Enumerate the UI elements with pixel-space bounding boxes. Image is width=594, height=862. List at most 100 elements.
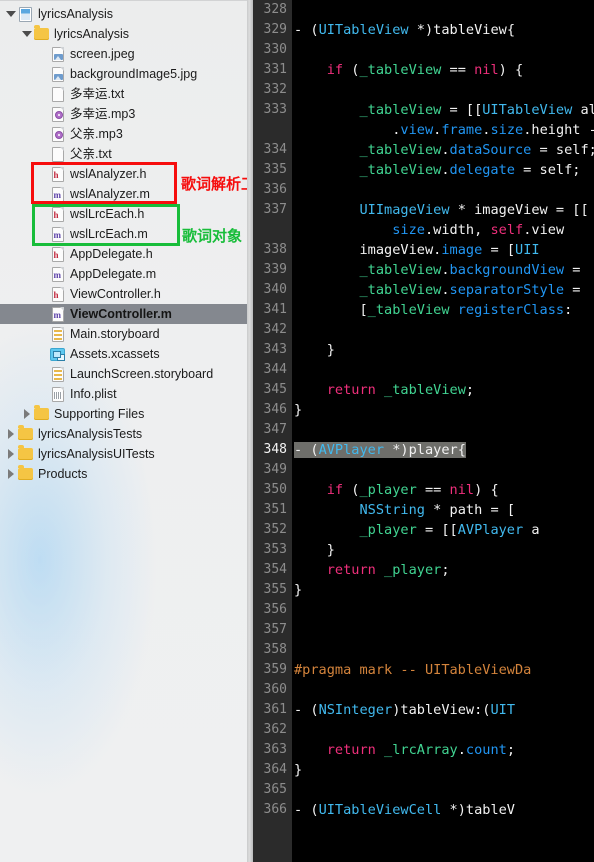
chevron-right-icon[interactable]: [4, 469, 17, 479]
code-line[interactable]: }: [292, 400, 302, 420]
file-tree-row[interactable]: h ViewController.h: [0, 284, 247, 304]
code-token: UIT: [490, 702, 516, 718]
file-tree-row[interactable]: lyricsAnalysisTests: [0, 424, 247, 444]
code-line[interactable]: #pragma mark -- UITableViewDa: [292, 660, 531, 680]
source-file-icon: m: [49, 266, 66, 282]
code-line[interactable]: size.width, self.view: [292, 220, 564, 240]
line-number: 336: [263, 182, 287, 197]
code-line[interactable]: return _player;: [292, 560, 450, 580]
file-tree-row[interactable]: 父亲.mp3: [0, 124, 247, 144]
code-token: ) {: [498, 62, 524, 78]
file-tree-row[interactable]: Supporting Files: [0, 404, 247, 424]
code-line[interactable]: [292, 620, 294, 640]
code-line[interactable]: }: [292, 340, 335, 360]
code-line[interactable]: _tableView.separatorStyle =: [292, 280, 580, 300]
chevron-down-icon[interactable]: [20, 31, 33, 37]
code-token: size: [490, 122, 524, 138]
code-line[interactable]: [292, 720, 294, 740]
code-line[interactable]: [292, 420, 294, 440]
code-line[interactable]: [292, 640, 294, 660]
code-line[interactable]: [292, 680, 294, 700]
code-token: _tableView: [359, 282, 442, 298]
code-line[interactable]: [292, 320, 294, 340]
code-line[interactable]: _tableView.delegate = self;: [292, 160, 580, 180]
code-line[interactable]: - (AVPlayer *)player{: [292, 440, 466, 460]
code-line[interactable]: [292, 600, 294, 620]
line-number: 365: [263, 782, 287, 797]
line-number: 345: [263, 382, 287, 397]
code-line[interactable]: - (UITableView *)tableView{: [292, 20, 515, 40]
code-line[interactable]: if (_player == nil) {: [292, 480, 499, 500]
file-tree-row-label: LaunchScreen.storyboard: [70, 367, 214, 381]
code-line[interactable]: [292, 80, 294, 100]
file-tree-row[interactable]: m AppDelegate.m: [0, 264, 247, 284]
file-tree-row[interactable]: Products: [0, 464, 247, 484]
file-tree-row[interactable]: screen.jpeg: [0, 44, 247, 64]
code-line[interactable]: [292, 180, 294, 200]
code-line[interactable]: [292, 0, 294, 20]
code-line[interactable]: if (_tableView == nil) {: [292, 60, 523, 80]
code-text-area[interactable]: - (UITableView *)tableView{ if (_tableVi…: [292, 0, 594, 862]
code-line[interactable]: [292, 40, 294, 60]
chevron-right-icon[interactable]: [4, 449, 17, 459]
code-line[interactable]: _tableView.backgroundView =: [292, 260, 580, 280]
file-tree-row-label: wslLrcEach.m: [70, 227, 148, 241]
file-tree-row[interactable]: backgroundImage5.jpg: [0, 64, 247, 84]
file-tree-row[interactable]: 父亲.txt: [0, 144, 247, 164]
code-line[interactable]: }: [292, 580, 302, 600]
code-line[interactable]: .view.frame.size.height -: [292, 120, 594, 140]
code-line[interactable]: [292, 780, 294, 800]
file-tree-row[interactable]: m ViewController.m: [0, 304, 247, 324]
code-line[interactable]: UIImageView * imageView = [[: [292, 200, 588, 220]
file-tree-row[interactable]: LaunchScreen.storyboard: [0, 364, 247, 384]
code-line[interactable]: }: [292, 760, 302, 780]
code-line[interactable]: _player = [[AVPlayer a: [292, 520, 539, 540]
file-tree-row[interactable]: lyricsAnalysisUITests: [0, 444, 247, 464]
code-line[interactable]: - (UITableViewCell *)tableV: [292, 800, 515, 820]
file-tree-row[interactable]: lyricsAnalysis: [0, 4, 247, 24]
line-number: 360: [263, 682, 287, 697]
chevron-right-icon[interactable]: [20, 409, 33, 419]
code-line[interactable]: return _lrcArray.count;: [292, 740, 515, 760]
line-number: 333: [263, 102, 287, 117]
project-navigator[interactable]: lyricsAnalysis lyricsAnalysis screen.jpeg b…: [0, 0, 247, 862]
file-tree-row-label: AppDelegate.m: [70, 267, 157, 281]
file-tree-row[interactable]: Main.storyboard: [0, 324, 247, 344]
code-line[interactable]: NSString * path = [: [292, 500, 515, 520]
code-line[interactable]: [292, 360, 294, 380]
code-token: {: [506, 22, 516, 38]
source-editor[interactable]: 328 329 330 331 332 333 334 335 336 337 338 339 340 3…: [253, 0, 594, 862]
code-line[interactable]: [292, 460, 294, 480]
code-line[interactable]: _tableView.dataSource = self;: [292, 140, 594, 160]
line-number: 341: [263, 302, 287, 317]
file-tree-row[interactable]: 多幸运.txt: [0, 84, 247, 104]
chevron-down-icon[interactable]: [4, 11, 17, 17]
file-tree-row[interactable]: h wslLrcEach.h: [0, 204, 247, 224]
twisty-triangle: [7, 469, 14, 479]
file-tree-row[interactable]: lyricsAnalysis: [0, 24, 247, 44]
code-line[interactable]: imageView.image = [UII: [292, 240, 539, 260]
file-tree-row[interactable]: 多幸运.mp3: [0, 104, 247, 124]
code-line[interactable]: - (NSInteger)tableView:(UIT: [292, 700, 515, 720]
code-token: path: [449, 502, 483, 518]
code-token: = [[: [416, 522, 458, 538]
line-number: 338: [263, 242, 287, 257]
code-token: *): [441, 802, 466, 818]
code-line[interactable]: return _tableView;: [292, 380, 474, 400]
line-number: 350: [263, 482, 287, 497]
chevron-right-icon[interactable]: [4, 429, 17, 439]
file-tree-row[interactable]: Assets.xcassets: [0, 344, 247, 364]
code-line[interactable]: }: [292, 540, 335, 560]
line-number: 362: [263, 722, 287, 737]
code-token: }: [294, 542, 335, 558]
file-tree-row[interactable]: Info.plist: [0, 384, 247, 404]
code-token: = [: [482, 502, 516, 518]
code-line[interactable]: _tableView = [[UITableView alloc] initWi: [292, 100, 594, 120]
file-tree-row[interactable]: h AppDelegate.h: [0, 244, 247, 264]
code-line[interactable]: [_tableView registerClass:: [292, 300, 572, 320]
code-token: .: [441, 282, 450, 298]
code-token: -: [294, 702, 311, 718]
